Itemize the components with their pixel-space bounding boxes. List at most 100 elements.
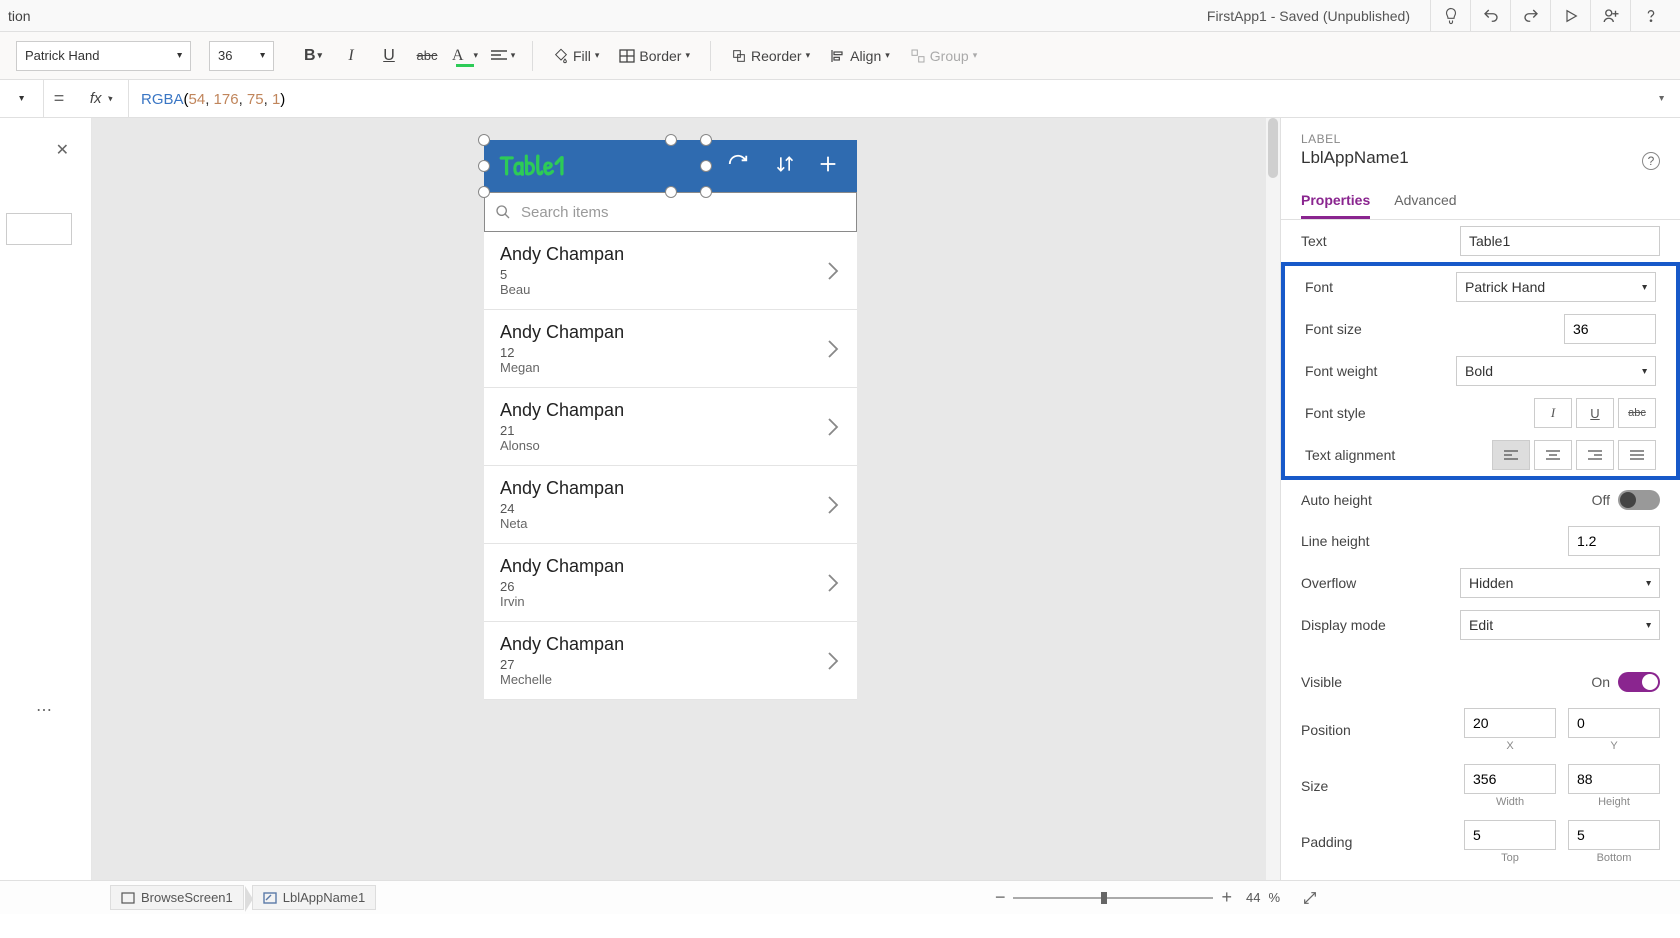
expand-formula-icon[interactable]: ▸ <box>1644 93 1680 104</box>
breadcrumb-control[interactable]: LblAppName1 <box>252 885 376 910</box>
selection-handle[interactable] <box>478 134 490 146</box>
chevron-right-icon[interactable] <box>827 339 839 359</box>
fontsize-prop-input[interactable] <box>1564 314 1656 344</box>
share-icon[interactable] <box>1590 0 1630 32</box>
selection-handle[interactable] <box>700 134 712 146</box>
property-selector[interactable]: ▸ <box>0 80 44 117</box>
refresh-icon[interactable] <box>727 153 749 175</box>
control-name-label: LblAppName1 <box>1301 148 1660 168</box>
chevron-right-icon[interactable] <box>827 495 839 515</box>
border-button[interactable]: Border▾ <box>611 39 698 73</box>
item-subtitle2: Megan <box>500 360 841 375</box>
align-justify-button[interactable] <box>1618 440 1656 470</box>
tree-search-input[interactable] <box>6 213 72 245</box>
align-button[interactable]: Align▾ <box>822 39 898 73</box>
visible-state: On <box>1591 674 1610 690</box>
underline-button[interactable]: U <box>372 39 406 73</box>
visible-toggle[interactable] <box>1618 672 1660 692</box>
text-prop-label: Text <box>1301 233 1460 249</box>
selection-handle[interactable] <box>700 186 712 198</box>
item-subtitle2: Neta <box>500 516 841 531</box>
italic-button[interactable]: I <box>334 39 368 73</box>
search-bar[interactable]: Search items <box>484 192 857 232</box>
redo-icon[interactable] <box>1510 0 1550 32</box>
selection-handle[interactable] <box>665 186 677 198</box>
formula-input[interactable]: RGBA(54, 176, 75, 1) <box>129 90 1644 108</box>
autoheight-toggle[interactable] <box>1618 490 1660 510</box>
list-item[interactable]: Andy Champan24Neta <box>484 466 857 544</box>
close-icon[interactable]: ✕ <box>56 140 69 160</box>
label-icon <box>263 892 277 904</box>
align-center-button[interactable] <box>1534 440 1572 470</box>
pad-top-input[interactable] <box>1464 820 1556 850</box>
align-right-button[interactable] <box>1576 440 1614 470</box>
help-icon[interactable] <box>1630 0 1670 32</box>
selection-handle[interactable] <box>478 186 490 198</box>
italic-toggle[interactable]: I <box>1534 398 1572 428</box>
displaymode-select[interactable]: Edit▸ <box>1460 610 1660 640</box>
overflow-select[interactable]: Hidden▸ <box>1460 568 1660 598</box>
list-item[interactable]: Andy Champan27Mechelle <box>484 622 857 700</box>
zoom-in-button[interactable]: + <box>1221 887 1232 908</box>
bold-button[interactable]: B▾ <box>296 39 330 73</box>
formula-bar: ▸ = fx▸ RGBA(54, 176, 75, 1) ▸ <box>0 80 1680 118</box>
phone-preview: Table1 Search items Andy Champan5BeauAnd… <box>484 140 857 700</box>
item-subtitle1: 12 <box>500 345 841 360</box>
selection-handle[interactable] <box>478 160 490 172</box>
height-input[interactable] <box>1568 764 1660 794</box>
align-text-button[interactable]: ▾ <box>486 39 520 73</box>
checker-icon[interactable] <box>1430 0 1470 32</box>
font-color-button[interactable]: A▾ <box>448 39 482 73</box>
width-input[interactable] <box>1464 764 1556 794</box>
play-icon[interactable] <box>1550 0 1590 32</box>
font-prop-select[interactable]: Patrick Hand▸ <box>1456 272 1656 302</box>
chevron-right-icon[interactable] <box>827 651 839 671</box>
more-icon[interactable]: ⋯ <box>36 700 52 720</box>
canvas-scrollbar[interactable] <box>1266 118 1280 880</box>
chevron-right-icon[interactable] <box>827 573 839 593</box>
lineheight-input[interactable] <box>1568 526 1660 556</box>
item-title: Andy Champan <box>500 244 841 265</box>
fit-screen-icon[interactable] <box>1302 890 1318 906</box>
strikethrough-toggle[interactable]: abc <box>1618 398 1656 428</box>
breadcrumb-screen[interactable]: BrowseScreen1 <box>110 885 244 910</box>
selection-handle[interactable] <box>700 160 712 172</box>
list-item[interactable]: Andy Champan12Megan <box>484 310 857 388</box>
list-item[interactable]: Andy Champan26Irvin <box>484 544 857 622</box>
panel-help-icon[interactable]: ? <box>1642 152 1660 170</box>
text-prop-input[interactable] <box>1460 226 1660 256</box>
item-title: Andy Champan <box>500 400 841 421</box>
tab-advanced[interactable]: Advanced <box>1394 184 1456 219</box>
chevron-right-icon[interactable] <box>827 417 839 437</box>
pos-x-input[interactable] <box>1464 708 1556 738</box>
align-left-button[interactable] <box>1492 440 1530 470</box>
pad-bottom-input[interactable] <box>1568 820 1660 850</box>
textalign-prop-label: Text alignment <box>1305 447 1492 463</box>
pos-y-input[interactable] <box>1568 708 1660 738</box>
reorder-button[interactable]: Reorder▾ <box>723 39 818 73</box>
app-title-label[interactable]: Table1 <box>500 146 564 184</box>
font-picker[interactable]: Patrick Hand▸ <box>16 41 191 71</box>
zoom-pct: % <box>1268 890 1280 905</box>
list-item[interactable]: Andy Champan21Alonso <box>484 388 857 466</box>
properties-panel: LABEL LblAppName1 ? Properties Advanced … <box>1280 118 1680 880</box>
tab-properties[interactable]: Properties <box>1301 184 1370 219</box>
chevron-right-icon[interactable] <box>827 261 839 281</box>
canvas[interactable]: Table1 Search items Andy Champan5BeauAnd… <box>92 118 1280 880</box>
strikethrough-button[interactable]: abc <box>410 39 444 73</box>
item-subtitle2: Mechelle <box>500 672 841 687</box>
item-title: Andy Champan <box>500 478 841 499</box>
zoom-slider[interactable] <box>1013 897 1213 899</box>
group-button: Group▾ <box>902 39 985 73</box>
sort-icon[interactable] <box>775 153 795 175</box>
underline-toggle[interactable]: U <box>1576 398 1614 428</box>
fontweight-prop-select[interactable]: Bold▸ <box>1456 356 1656 386</box>
zoom-out-button[interactable]: − <box>995 887 1006 908</box>
font-size-picker[interactable]: 36▸ <box>209 41 274 71</box>
add-icon[interactable] <box>817 153 839 175</box>
selection-handle[interactable] <box>665 134 677 146</box>
fill-button[interactable]: Fill▾ <box>545 39 607 73</box>
fx-label[interactable]: fx▸ <box>74 80 129 117</box>
undo-icon[interactable] <box>1470 0 1510 32</box>
list-item[interactable]: Andy Champan5Beau <box>484 232 857 310</box>
